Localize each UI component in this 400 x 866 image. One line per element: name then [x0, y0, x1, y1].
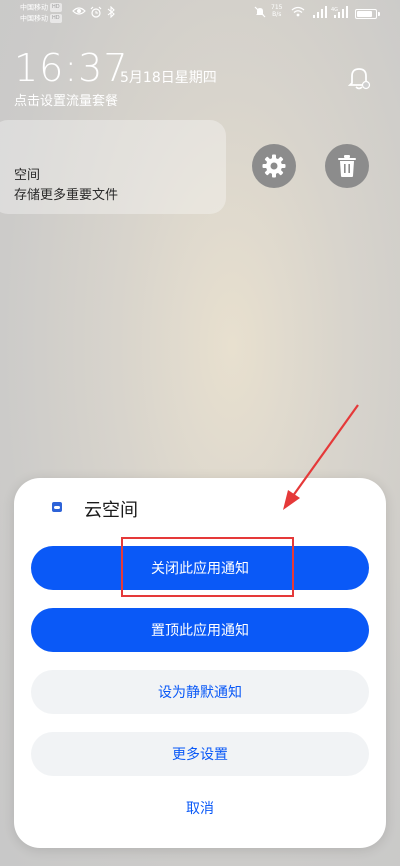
- annotation-arrow-icon: [283, 404, 359, 510]
